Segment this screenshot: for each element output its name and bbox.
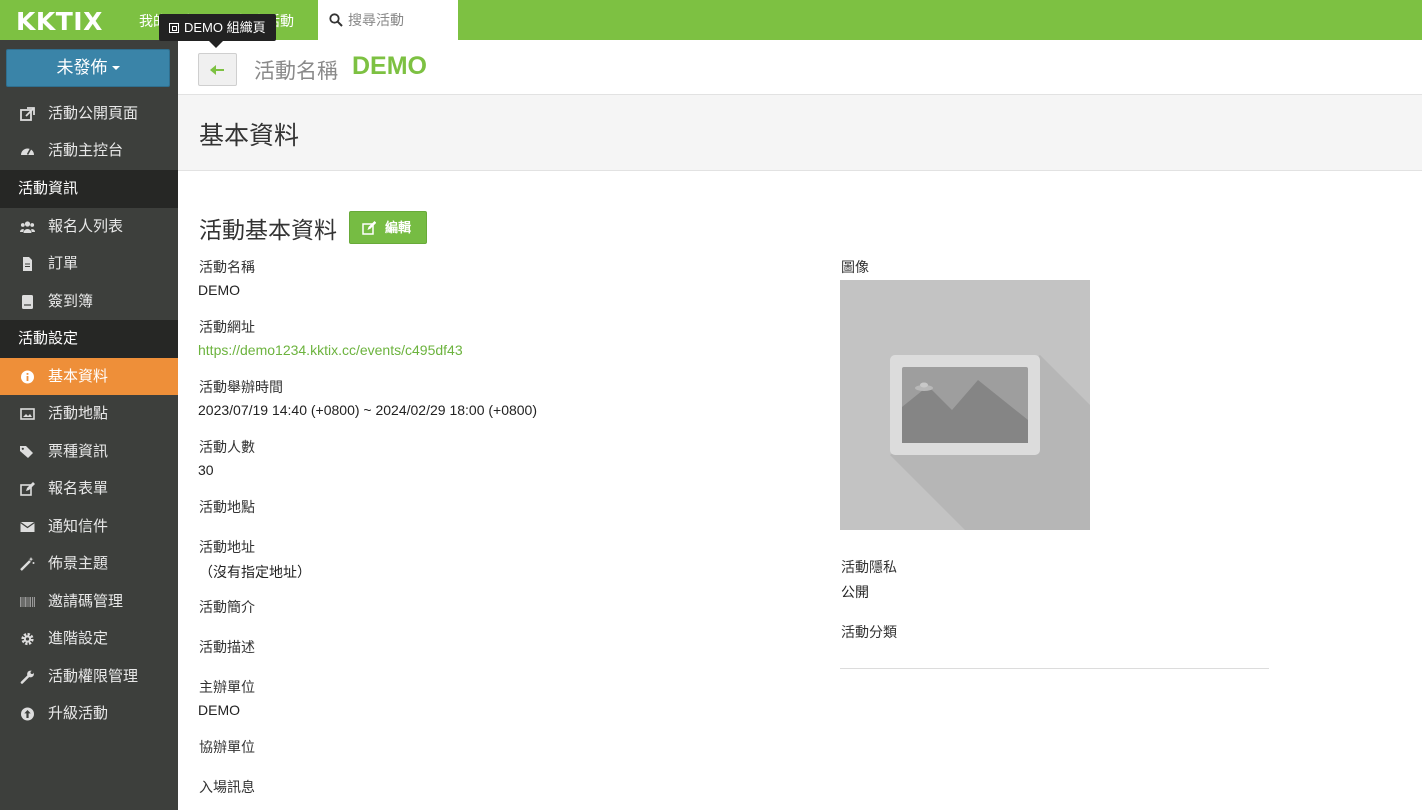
event-url-link[interactable]: https://demo1234.kktix.cc/events/c495df4…: [198, 342, 463, 358]
info-circle-icon: [21, 370, 34, 384]
sidebar-item-orders[interactable]: 訂單: [0, 245, 178, 282]
sidebar-item-label: 升級活動: [48, 705, 109, 722]
sidebar-item-basic-info[interactable]: 基本資料: [0, 358, 178, 395]
edit-button[interactable]: 編輯: [349, 211, 427, 244]
sidebar-item-attendees[interactable]: 報名人列表: [0, 208, 178, 245]
barcode-icon: [20, 597, 35, 607]
field-label-event-name: 活動名稱: [199, 259, 255, 275]
edit-button-label: 編輯: [385, 220, 412, 235]
file-icon: [23, 257, 32, 271]
sidebar-item-label: 報名表單: [48, 480, 109, 497]
page-title: 基本資料: [199, 122, 300, 150]
wrench-icon: [20, 670, 34, 684]
dashboard-icon: [21, 148, 34, 155]
magic-wand-icon: [20, 557, 35, 571]
divider: [840, 668, 1269, 669]
event-image-placeholder: [840, 280, 1090, 530]
field-label-address: 活動地址: [199, 539, 255, 555]
publish-status-label: 未發佈: [56, 58, 108, 77]
organization-page-tooltip: DEMO 組織頁: [159, 14, 276, 41]
field-label-event-time: 活動舉辦時間: [199, 379, 283, 395]
sidebar-item-permissions[interactable]: 活動權限管理: [0, 658, 178, 695]
search-box: [318, 0, 458, 40]
search-icon: [329, 13, 343, 27]
field-label-venue: 活動地點: [199, 499, 255, 515]
sidebar-item-venue[interactable]: 活動地點: [0, 395, 178, 432]
event-name-label: 活動名稱: [254, 60, 338, 83]
sidebar-item-label: 簽到簿: [48, 293, 94, 310]
sidebar-item-label: 報名人列表: [48, 218, 124, 235]
arrow-up-circle-icon: [21, 707, 34, 721]
sidebar-section-event-settings: 活動設定: [0, 320, 178, 358]
event-name: DEMO: [352, 52, 427, 80]
envelope-icon: [20, 522, 35, 532]
sidebar-item-label: 活動地點: [48, 405, 109, 422]
field-value-privacy: 公開: [841, 584, 869, 600]
back-button[interactable]: [198, 53, 237, 86]
users-icon: [20, 221, 35, 233]
sidebar-item-label: 進階設定: [48, 630, 109, 647]
field-value-attendees: 30: [198, 462, 214, 478]
field-label-summary: 活動簡介: [199, 599, 255, 615]
sidebar-item-upgrade-event[interactable]: 升級活動: [0, 695, 178, 732]
field-value-address: （沒有指定地址）: [199, 564, 311, 580]
external-link-icon: [20, 107, 35, 121]
field-value-event-time: 2023/07/19 14:40 (+0800) ~ 2024/02/29 18…: [198, 402, 538, 418]
gear-icon: [21, 632, 34, 646]
field-label-event-url: 活動網址: [199, 319, 255, 335]
sidebar-section-event-info: 活動資訊: [0, 170, 178, 208]
kktix-logo[interactable]: KKTIX: [16, 7, 103, 36]
sidebar-item-advanced-settings[interactable]: 進階設定: [0, 620, 178, 657]
tags-icon: [20, 446, 33, 458]
edit-icon: [20, 482, 35, 496]
sidebar-item-invitation-codes[interactable]: 邀請碼管理: [0, 583, 178, 620]
sidebar: 未發佈 活動公開頁面 活動主控台 活動資訊 報名人列表 訂單 簽到簿 活動設定 …: [0, 40, 178, 810]
field-value-organizer: DEMO: [198, 702, 240, 718]
section-title: 活動基本資料: [199, 217, 337, 243]
sidebar-item-label: 活動主控台: [48, 142, 124, 159]
sidebar-item-label: 佈景主題: [48, 555, 109, 572]
sidebar-item-label: 通知信件: [48, 518, 109, 535]
book-icon: [22, 295, 33, 309]
field-label-description: 活動描述: [199, 639, 255, 655]
page-title-band: 基本資料: [178, 95, 1422, 171]
field-label-organizer: 主辦單位: [199, 679, 255, 695]
image-icon: [20, 408, 35, 420]
sidebar-item-checkin[interactable]: 簽到簿: [0, 283, 178, 320]
arrow-left-icon: [210, 65, 224, 75]
publish-status-dropdown[interactable]: 未發佈: [6, 49, 170, 87]
field-label-image: 圖像: [841, 259, 869, 275]
sidebar-item-label: 邀請碼管理: [48, 593, 124, 610]
field-label-category: 活動分類: [841, 624, 897, 640]
image-placeholder-icon: [890, 355, 1090, 530]
window-icon: [169, 23, 179, 33]
field-value-event-name: DEMO: [198, 282, 240, 298]
caret-down-icon: [111, 66, 120, 70]
sidebar-item-tickets[interactable]: 票種資訊: [0, 433, 178, 470]
field-label-attendees: 活動人數: [199, 439, 255, 455]
field-label-coorganizer: 協辦單位: [199, 739, 255, 755]
sidebar-item-label: 活動公開頁面: [48, 105, 139, 122]
sidebar-item-label: 基本資料: [48, 368, 109, 385]
search-input[interactable]: [348, 10, 452, 30]
sidebar-item-label: 訂單: [48, 255, 79, 272]
sidebar-item-registration-form[interactable]: 報名表單: [0, 470, 178, 507]
sidebar-item-notification-mail[interactable]: 通知信件: [0, 508, 178, 545]
tooltip-arrow: [209, 41, 223, 48]
tooltip-text: DEMO 組織頁: [184, 20, 266, 35]
sidebar-item-dashboard[interactable]: 活動主控台: [0, 132, 178, 169]
sidebar-item-label: 活動權限管理: [48, 668, 139, 685]
edit-icon: [362, 221, 376, 235]
sidebar-item-label: 票種資訊: [48, 443, 109, 460]
field-label-privacy: 活動隱私: [841, 559, 897, 575]
field-label-entry-info: 入場訊息: [199, 779, 255, 795]
sidebar-item-public-page[interactable]: 活動公開頁面: [0, 95, 178, 132]
sidebar-item-theme[interactable]: 佈景主題: [0, 545, 178, 582]
event-header: 活動名稱 DEMO: [178, 40, 1422, 95]
